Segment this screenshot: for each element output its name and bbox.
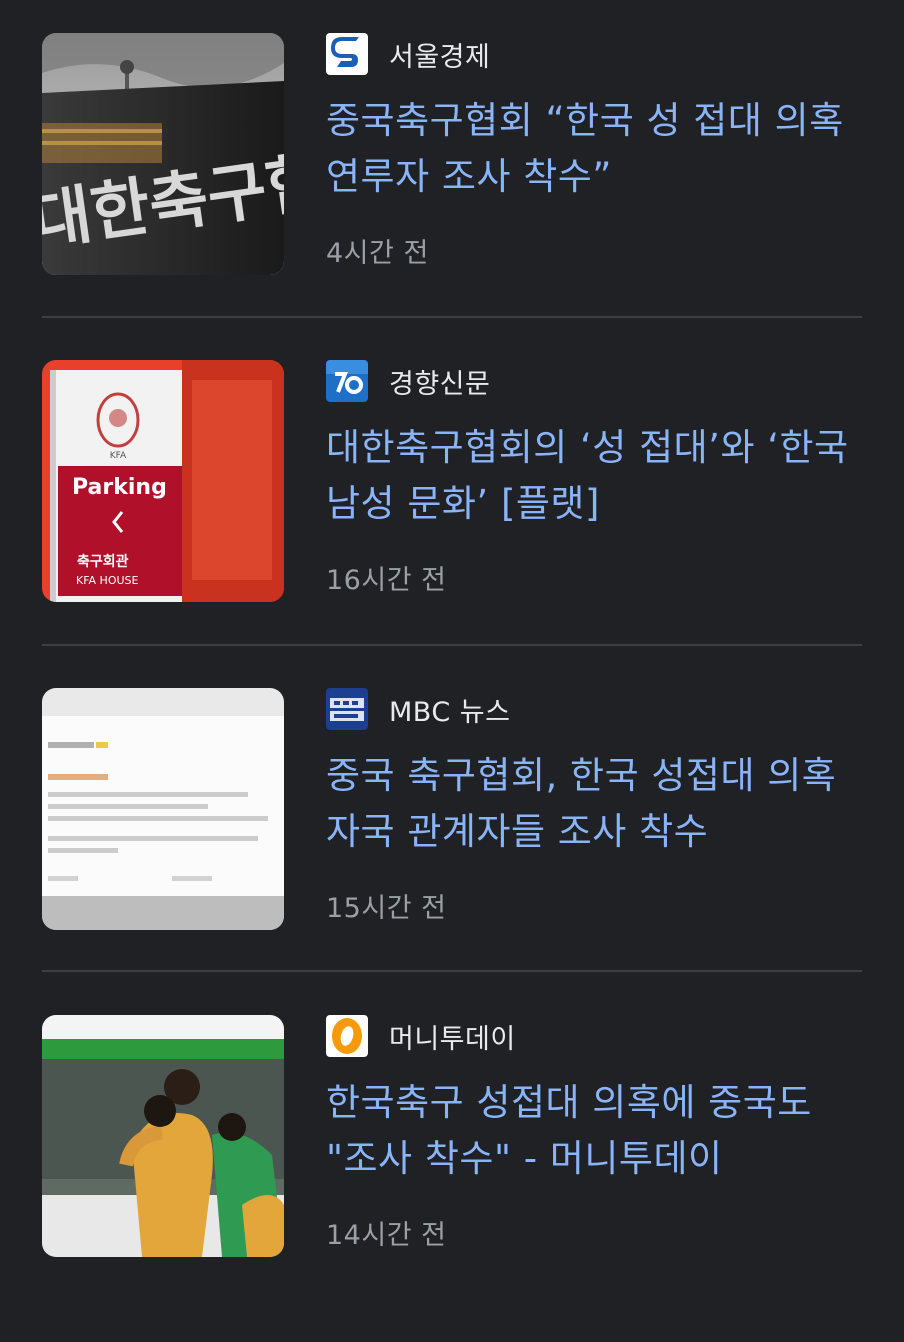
kfa-building-sign-image: 대한축구협 — [42, 33, 284, 275]
news-feed: 대한축구협 서울경제 중국축구협회 “한국 성 접대 의혹 연루자 조사 착수”… — [0, 0, 904, 1273]
article-thumbnail[interactable]: KFA Parking 축구회관 KFA HOUSE — [42, 360, 284, 602]
building-name-korean: 축구회관 — [77, 553, 129, 570]
football-celebration-image — [42, 1015, 284, 1257]
news-article-card[interactable]: KFA Parking 축구회관 KFA HOUSE 경향신문 대한축구협회의 … — [42, 360, 862, 687]
article-headline[interactable]: 대한축구협회의 ‘성 접대’와 ‘한국 남성 문화’ [플랫] — [326, 420, 862, 532]
article-headline[interactable]: 한국축구 성접대 의혹에 중국도 "조사 착수" - 머니투데이 — [326, 1075, 862, 1187]
article-source: MBC 뉴스 — [326, 688, 510, 730]
divider — [42, 644, 862, 646]
money-today-logo-icon — [326, 1015, 368, 1057]
source-name: 서울경제 — [389, 41, 491, 73]
source-name: 머니투데이 — [389, 1023, 516, 1055]
article-source: 서울경제 — [326, 33, 490, 75]
source-name: MBC 뉴스 — [389, 696, 511, 728]
mbc-news-logo-icon — [326, 688, 368, 730]
article-thumbnail[interactable]: 대한축구협 — [42, 33, 284, 275]
article-source: 경향신문 — [326, 360, 490, 402]
kyunghyang-logo-icon — [326, 360, 368, 402]
article-time: 14시간 전 — [326, 1220, 447, 1251]
building-name-english: KFA HOUSE — [76, 574, 139, 587]
divider — [42, 970, 862, 972]
article-thumbnail[interactable] — [42, 688, 284, 930]
kfa-parking-sign-image: KFA Parking 축구회관 KFA HOUSE — [42, 360, 284, 602]
social-post-screenshot-image — [42, 688, 284, 930]
article-source: 머니투데이 — [326, 1015, 516, 1057]
parking-label: Parking — [72, 475, 167, 500]
article-headline[interactable]: 중국 축구협회, 한국 성접대 의혹 자국 관계자들 조사 착수 — [326, 748, 862, 860]
article-time: 16시간 전 — [326, 565, 447, 596]
news-article-card[interactable]: 머니투데이 한국축구 성접대 의혹에 중국도 "조사 착수" - 머니투데이 1… — [42, 1015, 862, 1342]
article-time: 15시간 전 — [326, 893, 447, 924]
news-article-card[interactable]: MBC 뉴스 중국 축구협회, 한국 성접대 의혹 자국 관계자들 조사 착수 … — [42, 688, 862, 1015]
source-name: 경향신문 — [389, 368, 491, 400]
article-headline[interactable]: 중국축구협회 “한국 성 접대 의혹 연루자 조사 착수” — [326, 93, 862, 205]
article-thumbnail[interactable] — [42, 1015, 284, 1257]
news-article-card[interactable]: 대한축구협 서울경제 중국축구협회 “한국 성 접대 의혹 연루자 조사 착수”… — [42, 33, 862, 360]
article-time: 4시간 전 — [326, 238, 429, 269]
seoul-economy-logo-icon — [326, 33, 368, 75]
divider — [42, 316, 862, 318]
kfa-label: KFA — [110, 451, 127, 461]
